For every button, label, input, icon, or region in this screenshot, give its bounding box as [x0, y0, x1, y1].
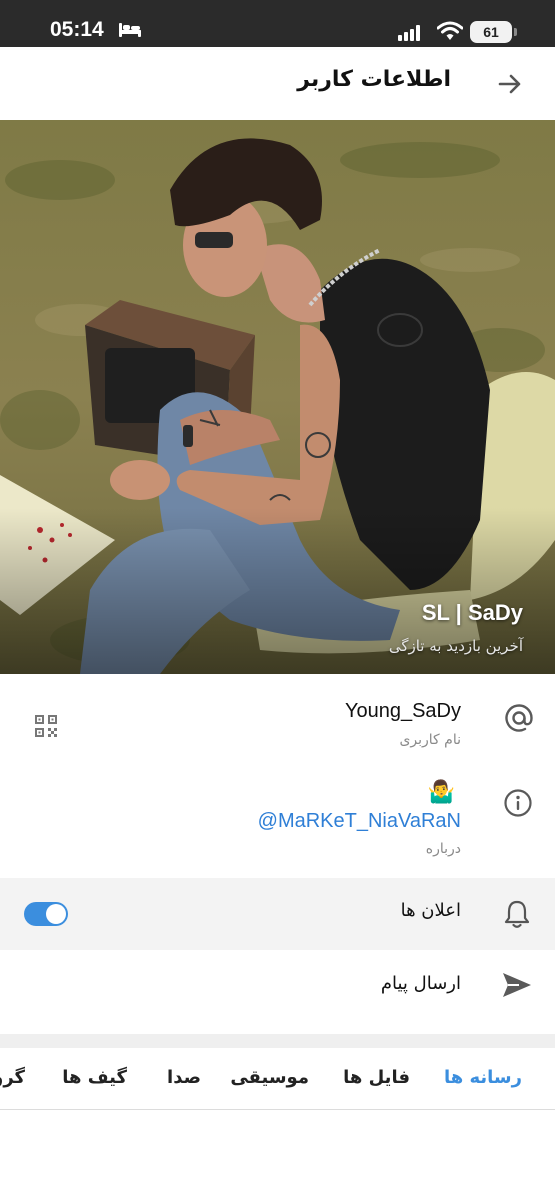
tab-gifs[interactable]: گیف ها: [62, 1067, 127, 1088]
username-row[interactable]: Young_SaDy نام کاربری: [0, 674, 555, 764]
wifi-icon: [436, 21, 464, 45]
notifications-toggle[interactable]: [24, 902, 68, 926]
notifications-row[interactable]: اعلان ها: [0, 878, 555, 950]
qr-code-icon[interactable]: [34, 714, 58, 742]
about-link[interactable]: @MaRKeT_NiaVaRaN: [258, 810, 461, 833]
profile-name: SL | SaDy: [421, 600, 523, 625]
send-message-label: ارسال پیام: [380, 973, 461, 994]
profile-photo[interactable]: [0, 120, 555, 674]
arrow-back-icon: [498, 74, 521, 94]
about-row[interactable]: 🤷‍♂️ @MaRKeT_NiaVaRaN درباره: [0, 764, 555, 878]
last-seen-status: آخرین بازدید به تازگی: [388, 637, 523, 655]
battery-indicator: 61: [470, 21, 512, 43]
tab-music[interactable]: موسیقی: [230, 1067, 309, 1088]
sleep-bed-icon: [118, 22, 142, 42]
username-caption: نام کاربری: [399, 732, 461, 748]
info-icon: [503, 788, 533, 822]
media-tabs: رسانه ها فایل ها موسیقی صدا گیف ها گروه …: [0, 1048, 555, 1110]
send-message-row[interactable]: ارسال پیام: [0, 950, 555, 1022]
cellular-signal-icon: [398, 25, 422, 45]
section-divider: [0, 1034, 555, 1048]
notifications-label: اعلان ها: [400, 900, 461, 921]
tab-media[interactable]: رسانه ها: [444, 1067, 522, 1088]
about-caption: درباره: [425, 841, 461, 857]
tab-groups[interactable]: گروه ها: [0, 1067, 25, 1088]
toggle-knob: [46, 904, 66, 924]
app-header: اطلاعات کاربر: [0, 47, 555, 120]
at-sign-icon: [503, 702, 535, 738]
shrug-emoji: 🤷‍♂️: [427, 780, 455, 805]
page-title: اطلاعات کاربر: [297, 67, 451, 92]
back-button[interactable]: [495, 69, 525, 99]
tab-voice[interactable]: صدا: [167, 1067, 201, 1088]
bell-icon: [503, 899, 531, 933]
battery-tip: [514, 28, 517, 36]
tab-files[interactable]: فایل ها: [343, 1067, 410, 1088]
status-time: 05:14: [50, 18, 104, 41]
username-value: Young_SaDy: [344, 700, 461, 722]
status-bar: 05:14 61: [0, 0, 555, 47]
send-arrow-icon: [501, 970, 533, 1004]
